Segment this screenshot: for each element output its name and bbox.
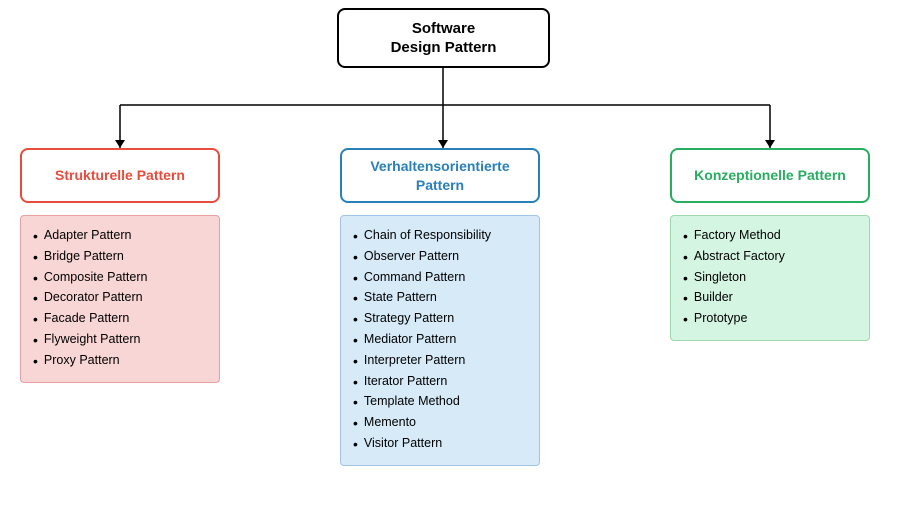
list-item: Interpreter Pattern	[353, 351, 527, 372]
konzeptionelle-content: Factory Method Abstract Factory Singleto…	[670, 215, 870, 341]
konzeptionelle-header: Konzeptionelle Pattern	[670, 148, 870, 203]
list-item: Factory Method	[683, 226, 857, 247]
list-item: Composite Pattern	[33, 268, 207, 289]
diagram-container: SoftwareDesign Pattern Strukturelle Patt…	[0, 0, 900, 520]
list-item: Visitor Pattern	[353, 434, 527, 455]
list-item: Memento	[353, 413, 527, 434]
verhaltens-label: Verhaltensorientierte Pattern	[348, 157, 532, 193]
list-item: Decorator Pattern	[33, 288, 207, 309]
list-item: Flyweight Pattern	[33, 330, 207, 351]
verhaltens-header: Verhaltensorientierte Pattern	[340, 148, 540, 203]
list-item: Singleton	[683, 268, 857, 289]
verhaltens-list: Chain of Responsibility Observer Pattern…	[353, 226, 527, 455]
list-item: Builder	[683, 288, 857, 309]
list-item: Strategy Pattern	[353, 309, 527, 330]
strukturelle-label: Strukturelle Pattern	[55, 166, 185, 184]
verhaltens-content: Chain of Responsibility Observer Pattern…	[340, 215, 540, 466]
list-item: Prototype	[683, 309, 857, 330]
strukturelle-content: Adapter Pattern Bridge Pattern Composite…	[20, 215, 220, 383]
konzeptionelle-label: Konzeptionelle Pattern	[694, 166, 846, 184]
list-item: Observer Pattern	[353, 247, 527, 268]
list-item: Command Pattern	[353, 268, 527, 289]
list-item: Mediator Pattern	[353, 330, 527, 351]
strukturelle-list: Adapter Pattern Bridge Pattern Composite…	[33, 226, 207, 372]
list-item: Facade Pattern	[33, 309, 207, 330]
list-item: Adapter Pattern	[33, 226, 207, 247]
list-item: Abstract Factory	[683, 247, 857, 268]
list-item: Proxy Pattern	[33, 351, 207, 372]
list-item: Chain of Responsibility	[353, 226, 527, 247]
list-item: Template Method	[353, 392, 527, 413]
root-label: SoftwareDesign Pattern	[391, 19, 497, 58]
list-item: State Pattern	[353, 288, 527, 309]
strukturelle-header: Strukturelle Pattern	[20, 148, 220, 203]
konzeptionelle-list: Factory Method Abstract Factory Singleto…	[683, 226, 857, 330]
list-item: Bridge Pattern	[33, 247, 207, 268]
list-item: Iterator Pattern	[353, 372, 527, 393]
root-node: SoftwareDesign Pattern	[337, 8, 550, 68]
